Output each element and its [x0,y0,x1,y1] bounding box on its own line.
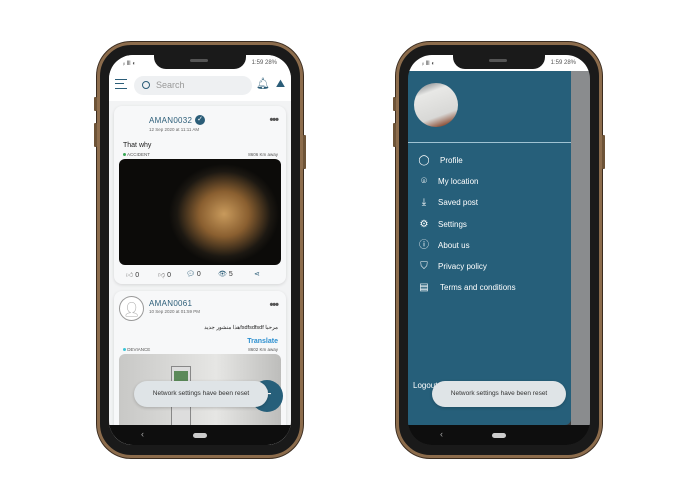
drawer-item-settings[interactable]: ⚙︎ Settings [418,219,568,233]
post-card: AMAN0032 ✓ 12 Sep 2020 at 11:11 AM ••• T… [114,106,286,284]
home-button[interactable] [492,433,506,438]
post-text: That why [123,142,152,149]
more-options-icon[interactable]: ••• [269,299,279,311]
profile-avatar[interactable] [414,83,458,127]
post-distance: 8602 Km away [248,347,278,352]
comment-count: 0 [196,271,201,278]
notch [154,55,246,69]
phone-left: ᵢₗ Ⅲ ◐ 1:59 28% Search 🔔︎ ⛰︎ AMAN0032 ✓ 1… [94,42,306,458]
battery-time: 1:59 28% [550,60,576,66]
info-icon: ⓘ [419,240,429,251]
like-icon[interactable]: 👍︎ [126,272,133,279]
clipboard-icon: ▤ [419,282,429,293]
dimmed-feed-overlay[interactable] [571,71,590,425]
android-nav-bar: ‹ [408,425,590,445]
dislike-count: 0 [167,272,171,279]
views-icon: 👁︎ [218,271,227,278]
post-card: 👤︎ AMAN0061 10 Sep 2020 at 01:59 PM ••• … [114,291,286,445]
drawer-item-saved-post[interactable]: ⤓ Saved post [418,197,568,211]
category-dot [123,348,126,351]
battery-time: 1:59 28% [251,60,277,66]
feed-screen: ᵢₗ Ⅲ ◐ 1:59 28% Search 🔔︎ ⛰︎ AMAN0032 ✓ 1… [109,55,291,445]
post-category: ACCIDENT [127,152,151,157]
drawer-item-label: About us [438,241,470,250]
post-category: DEVIANCE [127,347,151,352]
drawer-item-my-location[interactable]: ⌾ My location [418,176,568,190]
drawer-divider [408,142,571,143]
verified-badge-icon: ✓ [195,115,205,125]
drawer-item-label: Saved post [438,198,479,207]
avatar-placeholder-icon[interactable]: 👤︎ [119,296,144,321]
translate-link[interactable]: Translate [247,338,278,345]
phone-right: ᵢₗ Ⅲ ◐ 1:59 28% ◯ Profile ⌾ My location ⤓ Sa… [393,42,605,458]
category-dot [123,153,126,156]
drawer-item-label: Terms and conditions [440,283,516,292]
drawer-item-profile[interactable]: ◯ Profile [418,155,568,169]
search-input[interactable]: Search [134,76,252,95]
post-username[interactable]: AMAN0061 [149,299,192,308]
android-nav-bar: ‹ [109,425,291,445]
shield-check-icon: ⛉ [420,261,428,272]
comment-icon[interactable]: 💬︎ [186,271,195,278]
search-placeholder: Search [156,80,185,90]
search-icon [142,81,150,89]
view-count: 5 [228,271,233,278]
hamburger-menu-icon[interactable] [115,79,127,89]
more-options-icon[interactable]: ••• [269,114,279,126]
profile-location-icon[interactable]: ⛰︎ [274,78,287,91]
navigation-drawer: ◯ Profile ⌾ My location ⤓ Saved post ⚙︎ Sett… [408,71,571,425]
gear-icon: ⚙︎ [419,219,429,230]
dislike-icon[interactable]: 👎︎ [158,272,165,279]
post-username[interactable]: AMAN0032 [149,116,192,125]
signal-icons: ᵢₗ Ⅲ ◐ [422,61,436,67]
post-distance: 8606 Km away [248,152,278,157]
like-count: 0 [135,272,140,279]
download-icon: ⤓ [421,197,427,208]
app-header: Search 🔔︎ ⛰︎ [109,71,291,101]
toast-message: Network settings have been reset [134,381,268,407]
drawer-item-label: Settings [438,220,467,229]
drawer-item-label: My location [438,177,479,186]
drawer-item-privacy-policy[interactable]: ⛉ Privacy policy [418,261,568,275]
post-date: 12 Sep 2020 at 11:11 AM [149,127,200,132]
back-icon[interactable]: ‹ [141,429,144,439]
back-icon[interactable]: ‹ [440,429,443,439]
share-icon[interactable]: ⋖ [254,270,260,278]
home-button[interactable] [193,433,207,438]
drawer-screen: ᵢₗ Ⅲ ◐ 1:59 28% ◯ Profile ⌾ My location ⤓ Sa… [408,55,590,445]
toast-message: Network settings have been reset [432,381,566,407]
drawer-item-label: Privacy policy [438,262,487,271]
notch [453,55,545,69]
drawer-item-terms[interactable]: ▤ Terms and conditions [418,282,568,296]
location-pin-icon: ⌾ [421,176,427,187]
user-icon: ◯ [418,155,430,166]
post-date: 10 Sep 2020 at 01:59 PM [149,309,201,314]
drawer-item-label: Profile [440,156,463,165]
post-image-lion[interactable] [119,159,281,265]
bell-icon[interactable]: 🔔︎ [256,78,270,91]
post-text: مرحبا fsdfsdfsdfهذا منشور جديد [204,325,278,331]
drawer-item-about-us[interactable]: ⓘ About us [418,240,568,254]
signal-icons: ᵢₗ Ⅲ ◐ [123,61,137,67]
